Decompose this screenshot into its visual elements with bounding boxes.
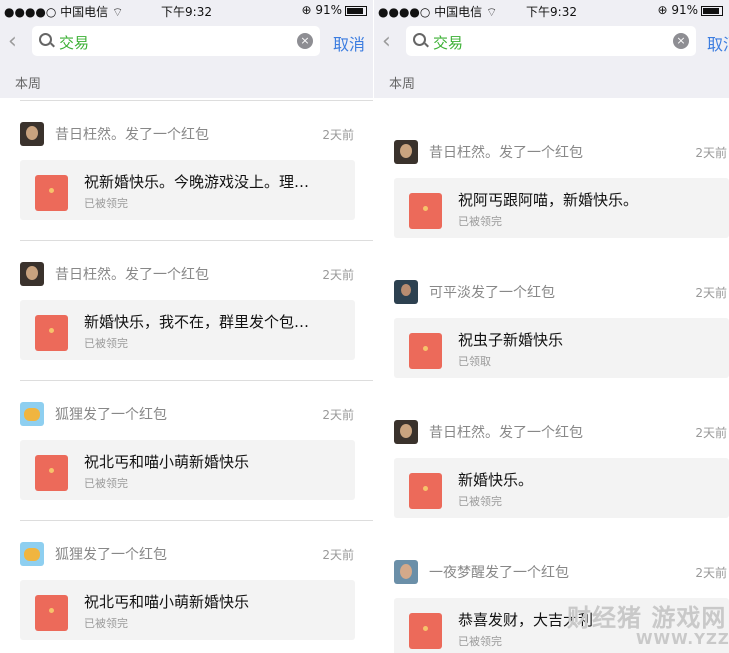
- avatar: [394, 280, 418, 304]
- sender-text: 狐狸发了一个红包: [55, 407, 167, 423]
- section-title: 本周: [15, 77, 42, 92]
- search-bar: ‹ 交易 × 取消: [0, 20, 373, 64]
- list-item[interactable]: 狐狸发了一个红包 2天前 祝北丐和喵小萌新婚快乐 已被领完: [0, 520, 373, 653]
- status-bar: ●●●●○ 中国电信 ⌔ 下午9:32 ⊕ 91%: [374, 0, 729, 20]
- item-date: 2天前: [322, 128, 354, 142]
- search-icon: [413, 33, 426, 46]
- sender-text: 昔日枉然。发了一个红包: [55, 127, 209, 143]
- sender-text: 昔日枉然。发了一个红包: [429, 145, 583, 161]
- search-bar: ‹ 交易 × 取消: [374, 20, 729, 64]
- battery-text: ⊕ 91%: [657, 3, 698, 17]
- battery-indicator: ⊕ 91%: [657, 3, 723, 17]
- divider: [20, 520, 373, 521]
- search-input[interactable]: 交易 ×: [32, 26, 320, 56]
- list-item[interactable]: 可平淡发了一个红包 2天前 祝虫子新婚快乐 已领取: [374, 258, 729, 397]
- red-envelope-icon: [35, 595, 68, 631]
- sender-text: 狐狸发了一个红包: [55, 547, 167, 563]
- packet-status: 已被领完: [84, 197, 128, 210]
- sender-text: 可平淡发了一个红包: [429, 285, 555, 301]
- avatar: [20, 122, 44, 146]
- packet-message: 祝虫子新婚快乐: [458, 331, 564, 349]
- packet-message: 祝北丐和喵小萌新婚快乐: [84, 453, 250, 471]
- battery-icon: [345, 5, 367, 16]
- red-packet-card[interactable]: 祝阿丐跟阿喵，新婚快乐。 已被领完: [394, 178, 729, 238]
- battery-icon: [701, 5, 723, 16]
- packet-status: 已领取: [458, 355, 491, 368]
- item-date: 2天前: [322, 408, 354, 422]
- status-bar: ●●●●○ 中国电信 ⌔ 下午9:32 ⊕ 91%: [0, 0, 373, 20]
- list-item[interactable]: 昔日枉然。发了一个红包 2天前 祝阿丐跟阿喵，新婚快乐。 已被领完: [374, 118, 729, 257]
- packet-message: 新婚快乐，我不在，群里发个包…: [84, 313, 310, 331]
- search-query: 交易: [59, 34, 90, 52]
- back-icon[interactable]: ‹: [382, 29, 391, 54]
- packet-message: 祝新婚快乐。今晚游戏没上。理…: [84, 173, 310, 191]
- avatar: [394, 420, 418, 444]
- list-item[interactable]: 昔日枉然。发了一个红包 2天前 新婚快乐，我不在，群里发个包… 已被领完: [0, 240, 373, 379]
- red-packet-card[interactable]: 祝新婚快乐。今晚游戏没上。理… 已被领完: [20, 160, 355, 220]
- cancel-button[interactable]: 取消: [707, 31, 729, 55]
- search-input[interactable]: 交易 ×: [406, 26, 696, 56]
- right-screen: ●●●●○ 中国电信 ⌔ 下午9:32 ⊕ 91% ‹ 交易 × 取消 本周 昔…: [374, 0, 729, 653]
- clear-icon[interactable]: ×: [673, 33, 689, 49]
- packet-status: 已被领完: [84, 477, 128, 490]
- sender-text: 昔日枉然。发了一个红包: [429, 425, 583, 441]
- red-envelope-icon: [35, 175, 68, 211]
- section-header: 本周: [0, 64, 373, 98]
- red-envelope-icon: [409, 193, 442, 229]
- packet-status: 已被领完: [84, 617, 128, 630]
- red-packet-card[interactable]: 新婚快乐。 已被领完: [394, 458, 729, 518]
- packet-message: 祝北丐和喵小萌新婚快乐: [84, 593, 250, 611]
- item-date: 2天前: [695, 566, 727, 580]
- red-envelope-icon: [35, 455, 68, 491]
- red-packet-card[interactable]: 祝北丐和喵小萌新婚快乐 已被领完: [20, 440, 355, 500]
- red-packet-card[interactable]: 祝北丐和喵小萌新婚快乐 已被领完: [20, 580, 355, 640]
- packet-status: 已被领完: [458, 495, 502, 508]
- item-date: 2天前: [695, 146, 727, 160]
- battery-indicator: ⊕ 91%: [301, 3, 367, 17]
- item-date: 2天前: [695, 426, 727, 440]
- red-envelope-icon: [35, 315, 68, 351]
- packet-message: 新婚快乐。: [458, 471, 534, 489]
- item-date: 2天前: [322, 268, 354, 282]
- list-item[interactable]: 昔日枉然。发了一个红包 2天前 祝新婚快乐。今晚游戏没上。理… 已被领完: [0, 100, 373, 239]
- avatar: [20, 402, 44, 426]
- avatar: [394, 140, 418, 164]
- clear-icon[interactable]: ×: [297, 33, 313, 49]
- packet-message: 祝阿丐跟阿喵，新婚快乐。: [458, 191, 639, 209]
- back-icon[interactable]: ‹: [8, 29, 17, 54]
- cancel-button[interactable]: 取消: [333, 31, 365, 55]
- red-packet-card[interactable]: 祝虫子新婚快乐 已领取: [394, 318, 729, 378]
- avatar: [20, 542, 44, 566]
- sender-text: 一夜梦醒发了一个红包: [429, 565, 569, 581]
- watermark-brand: 财经猪 游戏网: [567, 604, 727, 632]
- section-title: 本周: [389, 77, 416, 92]
- divider: [20, 100, 373, 101]
- list-item[interactable]: 狐狸发了一个红包 2天前 祝北丐和喵小萌新婚快乐 已被领完: [0, 380, 373, 519]
- red-envelope-icon: [409, 613, 442, 649]
- battery-text: ⊕ 91%: [301, 3, 342, 17]
- search-icon: [39, 33, 52, 46]
- watermark-url: WWW.YZZ.CN: [636, 630, 729, 648]
- sender-text: 昔日枉然。发了一个红包: [55, 267, 209, 283]
- packet-status: 已被领完: [458, 215, 502, 228]
- avatar: [20, 262, 44, 286]
- divider: [20, 380, 373, 381]
- item-date: 2天前: [322, 548, 354, 562]
- divider: [20, 240, 373, 241]
- red-envelope-icon: [409, 333, 442, 369]
- red-envelope-icon: [409, 473, 442, 509]
- red-packet-card[interactable]: 新婚快乐，我不在，群里发个包… 已被领完: [20, 300, 355, 360]
- list-item[interactable]: 昔日枉然。发了一个红包 2天前 新婚快乐。 已被领完: [374, 398, 729, 537]
- search-query: 交易: [433, 34, 464, 52]
- avatar: [394, 560, 418, 584]
- packet-status: 已被领完: [458, 635, 502, 648]
- left-screen: ●●●●○ 中国电信 ⌔ 下午9:32 ⊕ 91% ‹ 交易 × 取消 本周 昔…: [0, 0, 373, 653]
- section-header: 本周: [374, 64, 729, 98]
- packet-status: 已被领完: [84, 337, 128, 350]
- item-date: 2天前: [695, 286, 727, 300]
